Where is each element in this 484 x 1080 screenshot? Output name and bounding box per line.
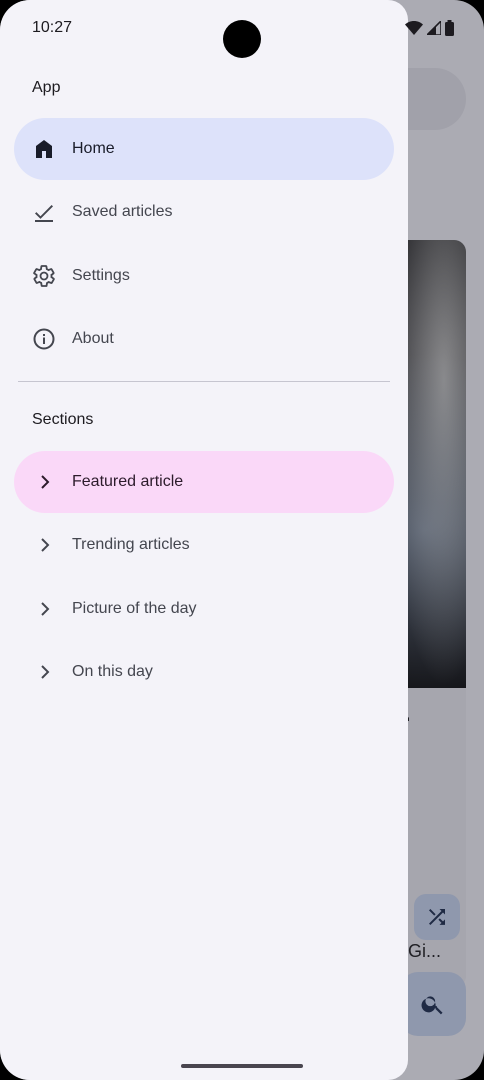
drawer-item-label: Trending articles xyxy=(72,536,190,553)
drawer-item-trending-articles[interactable]: Trending articles xyxy=(14,514,394,576)
battery-icon xyxy=(445,20,454,36)
drawer-item-label: On this day xyxy=(72,663,153,680)
drawer-item-about[interactable]: About xyxy=(14,308,394,370)
signal-icon xyxy=(427,21,441,35)
chevron-right-icon xyxy=(32,660,56,684)
drawer-item-label: Home xyxy=(72,140,115,157)
drawer-header-app: App xyxy=(32,79,61,96)
background-text-line: Gi... xyxy=(408,941,442,961)
navigation-drawer: App Home Saved articles Settings About S… xyxy=(0,0,408,1080)
drawer-item-saved-articles[interactable]: Saved articles xyxy=(14,181,394,243)
drawer-divider xyxy=(18,381,390,382)
status-time: 10:27 xyxy=(32,19,73,36)
drawer-item-label: Saved articles xyxy=(72,203,173,220)
drawer-item-settings[interactable]: Settings xyxy=(14,245,394,307)
drawer-item-picture-of-the-day[interactable]: Picture of the day xyxy=(14,578,394,640)
drawer-item-featured-article[interactable]: Featured article xyxy=(14,451,394,513)
info-icon xyxy=(32,327,56,351)
camera-cutout xyxy=(223,20,261,58)
screen: . o h Gi... App Home Saved articles xyxy=(0,0,484,1080)
chevron-right-icon xyxy=(32,597,56,621)
search-fab[interactable] xyxy=(400,972,466,1036)
drawer-item-label: About xyxy=(72,330,114,347)
check-icon xyxy=(32,200,56,224)
gear-icon xyxy=(32,264,56,288)
chevron-right-icon xyxy=(32,470,56,494)
drawer-item-on-this-day[interactable]: On this day xyxy=(14,641,394,703)
drawer-item-label: Featured article xyxy=(72,473,184,490)
drawer-item-label: Settings xyxy=(72,267,130,284)
gesture-home-indicator[interactable] xyxy=(181,1064,303,1068)
shuffle-icon xyxy=(429,909,445,925)
chevron-right-icon xyxy=(32,533,56,557)
home-icon xyxy=(32,137,56,161)
drawer-header-sections: Sections xyxy=(32,411,94,428)
status-icons xyxy=(405,20,454,36)
drawer-item-home[interactable]: Home xyxy=(14,118,394,180)
drawer-item-label: Picture of the day xyxy=(72,600,197,617)
wifi-icon xyxy=(405,21,423,35)
search-icon xyxy=(421,996,443,1015)
shuffle-button[interactable] xyxy=(414,894,460,940)
